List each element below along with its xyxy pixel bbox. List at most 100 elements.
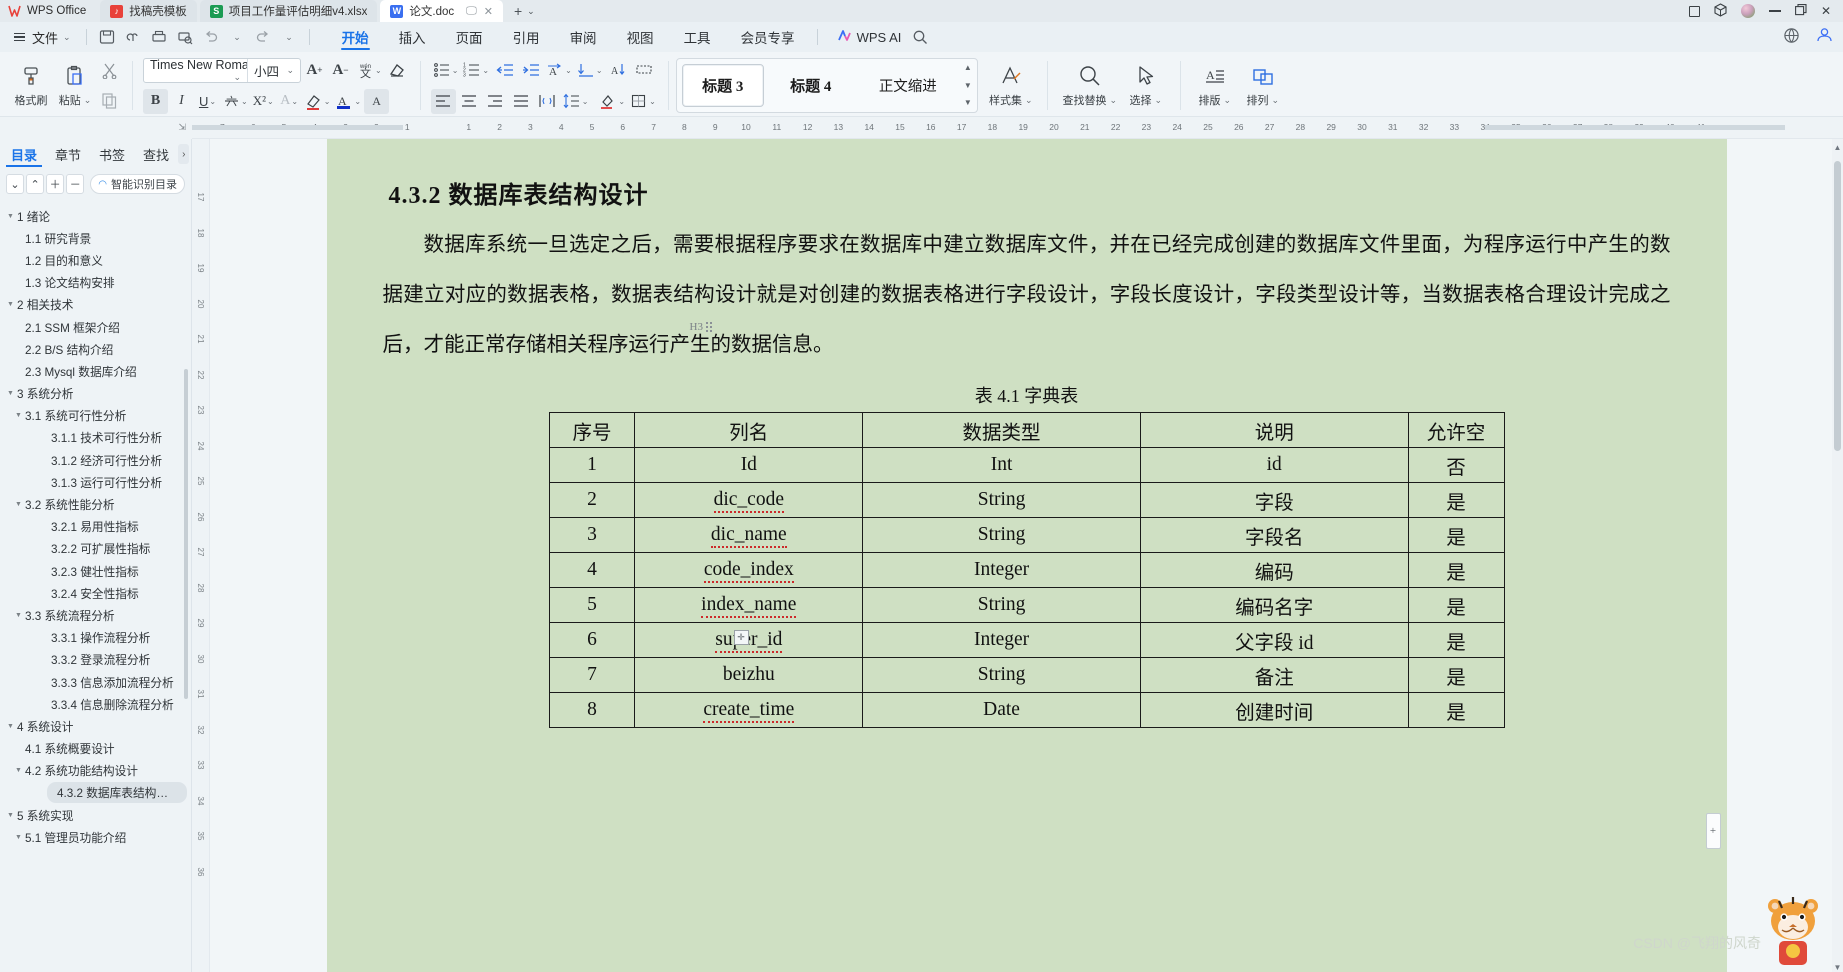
print-preview-icon[interactable] [172,26,198,48]
scroll-up-icon[interactable]: ▲ [1832,141,1843,153]
toc-item[interactable]: ▼ 5.1 管理员功能介绍 [0,826,191,848]
cube-icon[interactable] [1714,2,1727,20]
style-heading4[interactable]: 标题 4 [770,64,852,107]
align-left-icon[interactable] [430,88,456,114]
scroll-more-icon[interactable]: ▼ [964,99,972,107]
underline-button[interactable]: U ⌄ [195,89,220,114]
table-cell[interactable]: 1 [548,447,636,483]
scroll-down-icon[interactable]: ▼ [964,81,972,90]
customize-icon[interactable]: ⌄ [276,26,302,48]
chevron-down-icon[interactable]: ▼ [12,834,25,841]
table-cell[interactable]: 7 [548,657,636,693]
tab-reference[interactable]: 引用 [498,22,555,52]
tab-insert[interactable]: 插入 [384,22,441,52]
table-cell[interactable]: 是 [1407,692,1505,728]
cut-icon[interactable] [97,58,122,83]
select-button[interactable]: 选择 ⌄ [1122,55,1170,116]
table-cell[interactable]: 创建时间 [1139,692,1409,728]
chevron-down-icon[interactable]: ▼ [12,767,25,774]
table-cell[interactable]: 编码名字 [1139,587,1409,623]
align-justify-icon[interactable] [509,89,534,114]
increase-indent-icon[interactable] [518,58,543,83]
table-cell[interactable]: 否 [1407,447,1505,483]
toc-item[interactable]: ▼ 4.2 系统功能结构设计 [0,760,191,782]
toc-item[interactable]: 3.2.3 健壮性指标 [0,560,191,582]
nav-tabs-more-button[interactable]: › [178,144,190,164]
document-canvas[interactable]: H3 4.3.2 数据库表结构设计 数据库系统一旦选定之后，需要根据程序要求在数… [210,139,1843,972]
file-menu-button[interactable]: 文件 ⌄ [6,28,79,47]
table-cell[interactable]: 字段 [1139,482,1409,518]
borders-icon[interactable]: ⌄ [628,89,658,114]
minimize-icon[interactable] [1768,10,1781,12]
table-cell[interactable]: Integer [862,552,1141,588]
align-center-icon[interactable] [457,89,482,114]
toc-item[interactable]: 2.2 B/S 结构介绍 [0,338,191,360]
align-right-icon[interactable] [483,89,508,114]
table-header-cell[interactable]: 列名 [634,412,864,448]
toc-item[interactable]: ▼ 5 系统实现 [0,804,191,826]
table-cell[interactable]: id [1139,447,1409,483]
table-cell[interactable]: 父字段 id [1139,622,1409,658]
arrange-button[interactable]: 排列 ⌄ [1239,55,1287,116]
table-add-row-button[interactable]: + [1705,813,1721,849]
table-cell[interactable]: 8 [548,692,636,728]
nav-tab-find[interactable]: 查找 [134,139,178,169]
text-effect-icon[interactable]: A ⌄ [277,89,302,114]
restore-icon[interactable] [1794,3,1807,19]
table-cell[interactable]: String [862,482,1141,518]
table-cell[interactable]: 5 [548,587,636,623]
table-header-cell[interactable]: 说明 [1139,412,1409,448]
toc-item[interactable]: 1.1 研究背景 [0,227,191,249]
share-icon[interactable] [1783,27,1800,47]
line-spacing-icon[interactable]: ⌄ [561,89,591,114]
toc-item[interactable]: 2.1 SSM 框架介绍 [0,316,191,338]
table-cell[interactable]: index_name [634,587,864,623]
shrink-font-button[interactable]: A − [328,58,353,83]
table-header-cell[interactable]: 序号 [548,412,636,448]
toc-item[interactable]: 3.2.1 易用性指标 [0,516,191,538]
scroll-down-icon[interactable]: ▼ [1832,961,1843,972]
collapse-all-up-button[interactable]: ⌃ [26,174,45,194]
toc-item[interactable]: ▼ 2 相关技术 [0,294,191,316]
scrollbar-thumb[interactable] [1834,161,1841,451]
chevron-down-icon[interactable]: ▼ [12,501,25,508]
ruler-corner-icon[interactable]: ⇲ [178,122,186,133]
cloud-sync-icon[interactable] [120,26,146,48]
superscript-button[interactable]: X² ⌄ [251,89,276,114]
table-header-cell[interactable]: 允许空 [1407,412,1505,448]
tab-review[interactable]: 审阅 [555,22,612,52]
table-move-handle[interactable]: ✛ [733,630,749,645]
toc-item[interactable]: ▼ 4 系统设计 [0,715,191,737]
tab-member[interactable]: 会员专享 [726,22,810,52]
table-cell[interactable]: 4 [548,552,636,588]
chevron-down-icon[interactable]: ⌄ [527,6,535,17]
toc-item[interactable]: 3.1.3 运行可行性分析 [0,471,191,493]
toc-item[interactable]: 1.2 目的和意义 [0,249,191,271]
dictionary-table[interactable]: 序号 列名 数据类型 说明 允许空 1 Id Int id 否 2 dic_code String 字段是… [548,412,1505,728]
toc-item[interactable]: 3.3.1 操作流程分析 [0,627,191,649]
tab-start[interactable]: 开始 [327,22,384,52]
table-cell[interactable]: dic_name [634,517,864,553]
font-size-input[interactable]: 小四 ⌄ [248,61,300,80]
sort-ascending-icon[interactable]: ⌄ [575,58,605,83]
toc-item[interactable]: 3.3.4 信息删除流程分析 [0,693,191,715]
tab-xlsx[interactable]: S 项目工作量评估明细v4.xlsx [199,0,378,22]
tab-doc-active[interactable]: W 论文.doc 🖵 ✕ [380,0,503,22]
chevron-down-icon[interactable]: ▼ [4,213,17,220]
collapse-all-down-button[interactable]: ⌄ [6,174,25,194]
tab-screen-icon[interactable]: 🖵 [466,5,477,18]
tab-tools[interactable]: 工具 [669,22,726,52]
font-selector[interactable]: Times New Roma ⌄ 小四 ⌄ [143,57,301,83]
strikethrough-icon[interactable]: 六 ⌄ [221,89,250,114]
collaborate-icon[interactable] [1816,27,1833,47]
italic-button[interactable]: I [169,89,194,114]
print-icon[interactable] [146,26,172,48]
style-heading3[interactable]: 标题 3 [681,64,764,107]
wps-office-brand-tab[interactable]: WPS Office [0,0,101,22]
nav-tab-toc[interactable]: 目录 [2,139,46,169]
bullet-list-icon[interactable]: ⌄ [431,58,461,83]
table-cell[interactable]: Integer [862,622,1141,658]
style-body-indent[interactable]: 正文缩进 [858,64,958,107]
table-header-cell[interactable]: 数据类型 [862,412,1141,448]
character-border-icon[interactable]: A [364,88,390,114]
